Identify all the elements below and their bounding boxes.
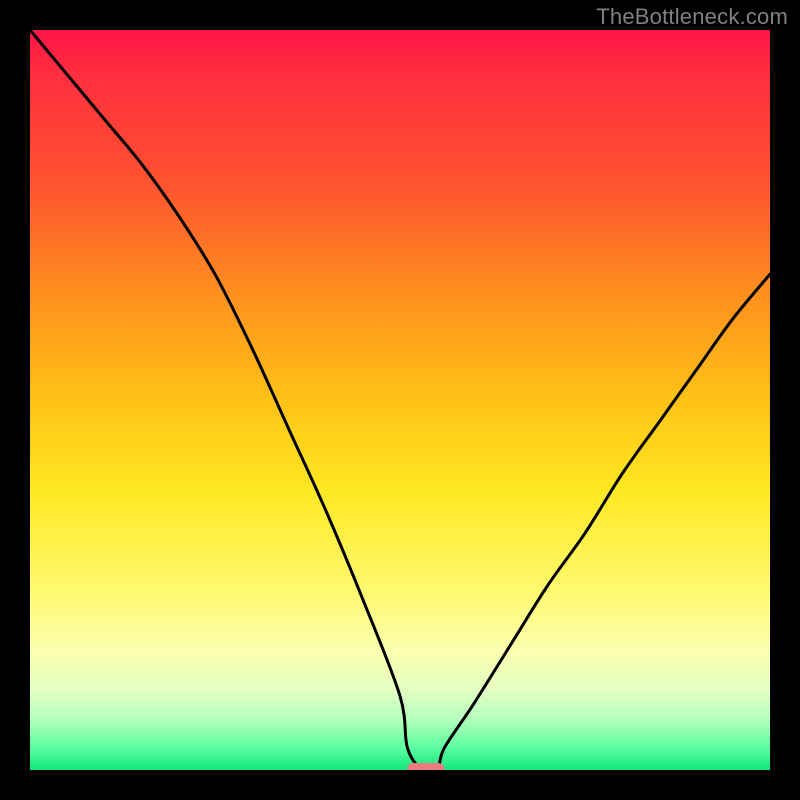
bottleneck-curve (30, 30, 770, 770)
watermark-text: TheBottleneck.com (596, 4, 788, 30)
plot-area (30, 30, 770, 770)
chart-frame: TheBottleneck.com (0, 0, 800, 800)
curve-svg (30, 30, 770, 770)
bottleneck-marker (407, 763, 444, 770)
